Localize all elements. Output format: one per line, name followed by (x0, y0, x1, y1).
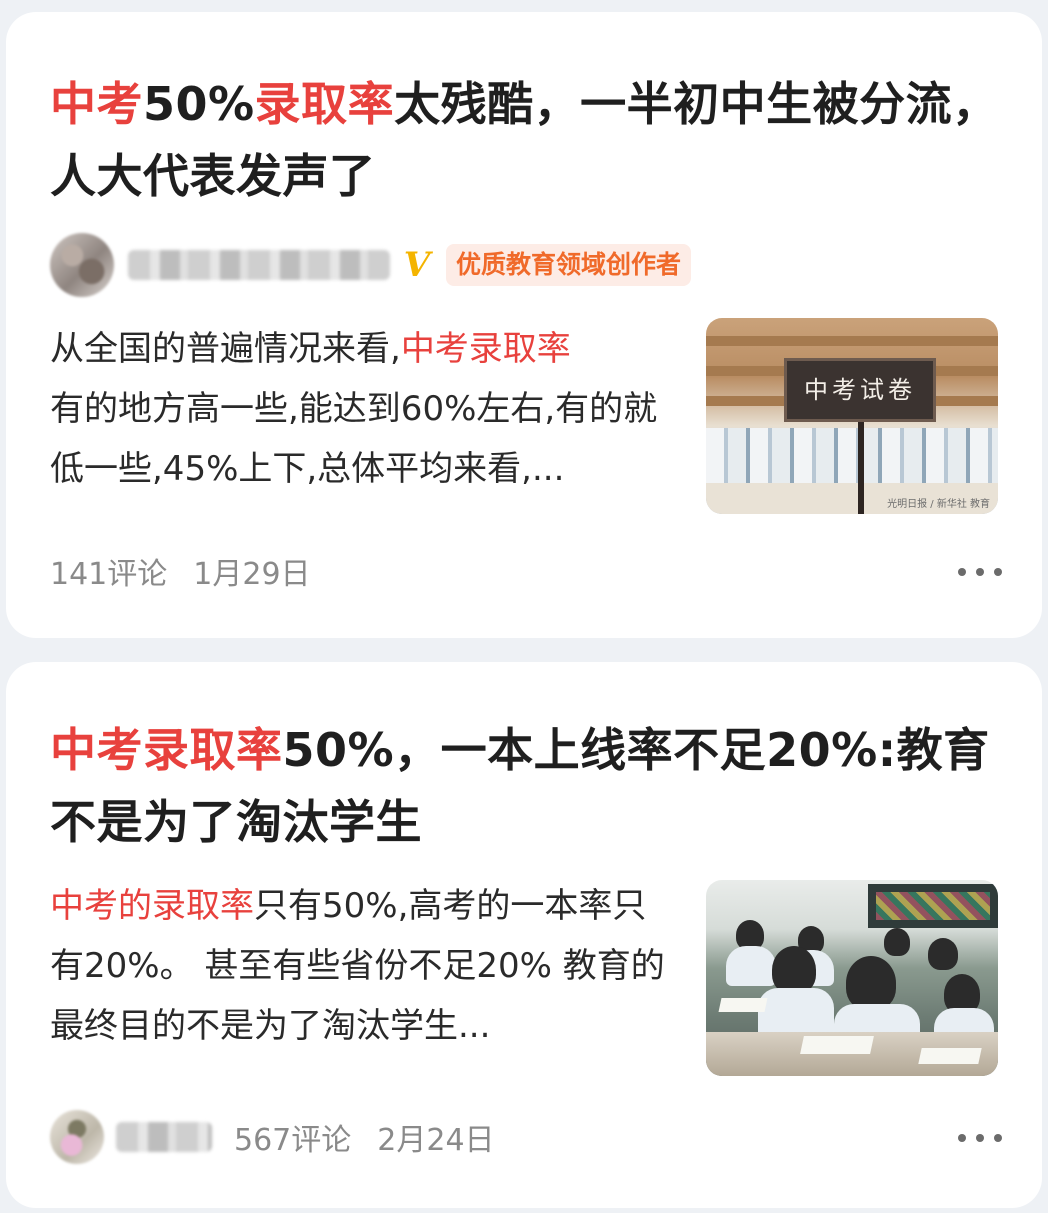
shelf-decoration (706, 336, 998, 346)
sign-pole (858, 422, 864, 514)
paper (800, 1036, 874, 1054)
article-thumbnail[interactable]: 中考试卷 光明日报 / 新华社 教育 (706, 318, 998, 514)
summary-text: 有的地方高一些,能达到60%左右,有的就低一些,45%上下,总体平均来看,... (50, 389, 658, 489)
article-meta: 141评论 1月29日 (50, 550, 311, 592)
blackboard (868, 884, 998, 928)
paper (718, 998, 768, 1012)
exam-papers-sign: 中考试卷 (784, 358, 936, 422)
books-stack (706, 428, 998, 488)
paper (918, 1048, 982, 1064)
avatar[interactable] (50, 233, 114, 297)
more-dot (958, 568, 966, 576)
verified-v-icon: V (403, 245, 431, 285)
title-highlight: 中考 (50, 77, 143, 131)
author-name-blurred[interactable] (128, 250, 390, 280)
author-row[interactable]: V 优质教育领域创作者 (50, 233, 692, 297)
article-title[interactable]: 中考录取率50%，一本上线率不足20%:教育不是为了淘汰学生 (50, 714, 1002, 858)
article-summary[interactable]: 中考的录取率只有50%,高考的一本率只有20%。 甚至有些省份不足20% 教育的… (50, 876, 680, 1056)
article-feed: 中考50%录取率太残酷，一半初中生被分流，人大代表发声了 V 优质教育领域创作者… (0, 0, 1048, 1213)
article-meta: 567评论 2月24日 (50, 1107, 495, 1167)
article-card[interactable]: 中考50%录取率太残酷，一半初中生被分流，人大代表发声了 V 优质教育领域创作者… (6, 12, 1042, 638)
author-name-blurred[interactable] (116, 1122, 212, 1152)
title-highlight: 中考录取率 (50, 723, 283, 777)
article-card[interactable]: 中考录取率50%，一本上线率不足20%:教育不是为了淘汰学生 中考的录取率只有5… (6, 662, 1042, 1208)
publish-date: 1月29日 (193, 557, 311, 592)
more-dot (994, 1134, 1002, 1142)
avatar[interactable] (50, 1110, 104, 1164)
summary-text: 从全国的普遍情况来看, (50, 329, 401, 369)
more-dot (976, 568, 984, 576)
image-caption: 光明日报 / 新华社 教育 (887, 499, 990, 510)
student-figure (846, 956, 896, 1010)
student-figure (884, 928, 910, 956)
student-figure (726, 946, 776, 986)
comment-count: 567评论 (234, 1123, 352, 1158)
more-icon[interactable] (958, 1132, 1002, 1144)
article-thumbnail[interactable] (706, 880, 998, 1076)
publish-date: 2月24日 (377, 1123, 495, 1158)
student-figure (928, 938, 958, 970)
article-title[interactable]: 中考50%录取率太残酷，一半初中生被分流，人大代表发声了 (50, 68, 1002, 212)
article-summary[interactable]: 从全国的普遍情况来看,中考录取率有的地方高一些,能达到60%左右,有的就低一些,… (50, 319, 680, 499)
comment-count: 141评论 (50, 557, 168, 592)
summary-highlight: 中考的录取率 (50, 886, 254, 926)
title-highlight: 录取率 (254, 77, 395, 131)
more-dot (976, 1134, 984, 1142)
student-figure (772, 946, 816, 994)
creator-tag: 优质教育领域创作者 (446, 244, 692, 286)
title-text: 50% (143, 77, 255, 131)
more-icon[interactable] (958, 566, 1002, 578)
more-dot (958, 1134, 966, 1142)
summary-highlight: 中考录取率 (400, 329, 571, 369)
more-dot (994, 568, 1002, 576)
